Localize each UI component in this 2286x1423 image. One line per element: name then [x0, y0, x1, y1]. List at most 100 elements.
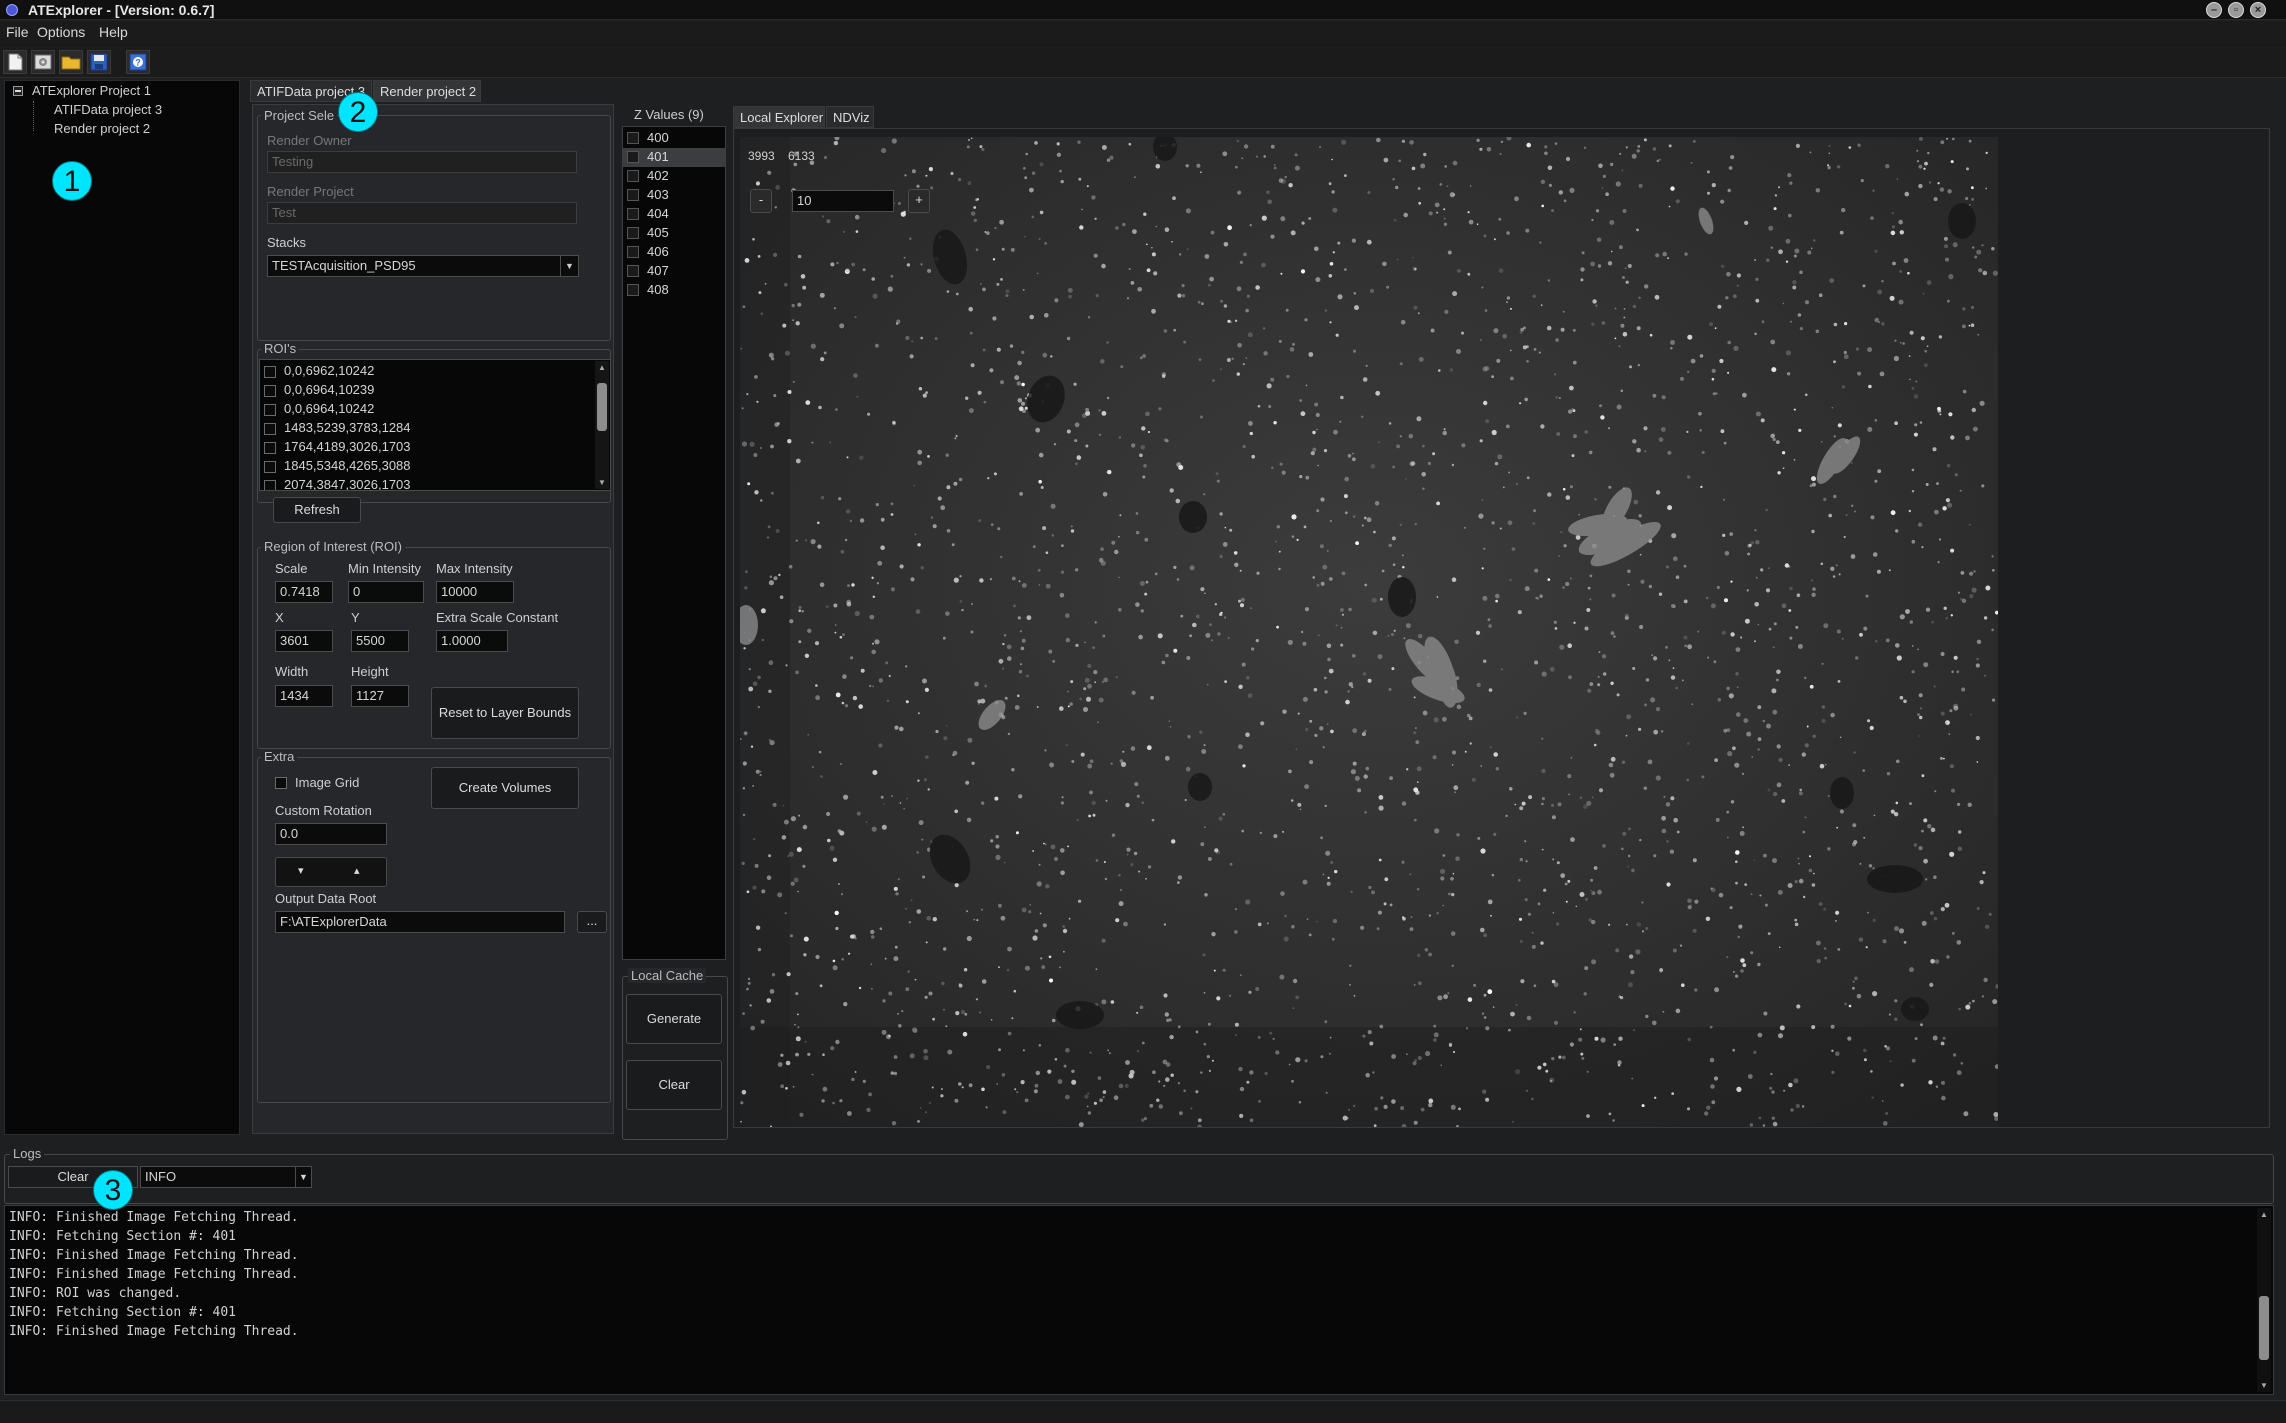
scroll-up-icon[interactable]: ▲	[598, 363, 606, 372]
tab-render-project[interactable]: Render project 2	[373, 80, 481, 102]
zoom-in-button[interactable]: +	[908, 189, 930, 213]
checkbox[interactable]	[627, 208, 639, 220]
z-item[interactable]: 405	[623, 224, 725, 243]
tab-local-explorer[interactable]: Local Explorer	[733, 106, 825, 128]
x-field[interactable]: 3601	[275, 630, 333, 652]
roi-list[interactable]: 0,0,6962,10242 0,0,6964,10239 0,0,6964,1…	[259, 359, 611, 491]
minimize-button[interactable]: –	[2206, 2, 2222, 18]
log-scrollbar[interactable]: ▲ ▼	[2257, 1208, 2271, 1392]
tree-node-atifdata[interactable]: ATIFData project 3	[54, 102, 162, 117]
generate-button[interactable]: Generate	[626, 994, 722, 1044]
open-folder-icon[interactable]	[59, 50, 83, 74]
scroll-thumb[interactable]	[597, 383, 607, 431]
log-level-select[interactable]: INFO ▼	[140, 1166, 312, 1188]
z-item[interactable]: 406	[623, 243, 725, 262]
roi-item[interactable]: 2074,3847,3026,1703	[264, 476, 594, 490]
roi-item[interactable]: 0,0,6964,10242	[264, 400, 594, 419]
scroll-down-icon[interactable]: ▼	[2260, 1381, 2268, 1390]
z-item-selected[interactable]: 401	[623, 148, 725, 167]
image-grid-checkbox[interactable]	[275, 777, 287, 789]
maximize-button[interactable]: ▫	[2228, 2, 2244, 18]
tree-node-root[interactable]: ATExplorer Project 1	[32, 83, 151, 98]
speckle-dot	[1671, 533, 1677, 539]
scroll-down-icon[interactable]: ▼	[598, 478, 606, 487]
browse-button[interactable]: ...	[577, 911, 607, 933]
settings-icon[interactable]	[31, 50, 55, 74]
zoom-field[interactable]: 10	[792, 190, 894, 212]
roi-item[interactable]: 1845,5348,4265,3088	[264, 457, 594, 476]
custom-rotation-field[interactable]: 0.0	[275, 823, 387, 845]
width-field[interactable]: 1434	[275, 685, 333, 707]
scale-field[interactable]: 0.7418	[275, 581, 333, 603]
scroll-up-icon[interactable]: ▲	[2260, 1210, 2268, 1219]
roi-item[interactable]: 1483,5239,3783,1284	[264, 419, 594, 438]
save-icon[interactable]	[87, 50, 111, 74]
create-volumes-button[interactable]: Create Volumes	[431, 767, 579, 809]
checkbox[interactable]	[264, 385, 276, 397]
speckle-dot	[785, 1087, 788, 1090]
menu-help[interactable]: Help	[99, 24, 128, 40]
height-field[interactable]: 1127	[351, 685, 409, 707]
checkbox[interactable]	[627, 132, 639, 144]
checkbox[interactable]	[627, 170, 639, 182]
checkbox[interactable]	[264, 461, 276, 473]
z-item[interactable]: 402	[623, 167, 725, 186]
checkbox[interactable]	[627, 227, 639, 239]
menu-file[interactable]: File	[6, 24, 29, 40]
y-field[interactable]: 5500	[351, 630, 409, 652]
speckle-dot	[1234, 1022, 1239, 1027]
extra-scale-constant-field[interactable]: 1.0000	[436, 630, 508, 652]
checkbox[interactable]	[264, 480, 276, 490]
menu-options[interactable]: Options	[37, 24, 85, 40]
scroll-thumb[interactable]	[2259, 1296, 2269, 1360]
roi-item[interactable]: 1764,4189,3026,1703	[264, 438, 594, 457]
stacks-select[interactable]: TESTAcquisition_PSD95 ▼	[267, 255, 579, 277]
close-button[interactable]: ×	[2250, 2, 2266, 18]
checkbox[interactable]	[264, 423, 276, 435]
rotate-up-icon[interactable]: ▴	[354, 864, 360, 877]
z-item[interactable]: 404	[623, 205, 725, 224]
microscopy-image[interactable]	[740, 137, 1998, 1127]
checkbox[interactable]	[264, 366, 276, 378]
image-viewer[interactable]: 3993 6133 - 10 +	[733, 128, 2270, 1128]
checkbox[interactable]	[627, 189, 639, 201]
speckle-dot	[805, 400, 811, 405]
max-intensity-field[interactable]: 10000	[436, 581, 514, 603]
checkbox[interactable]	[627, 265, 639, 277]
reset-to-layer-bounds-button[interactable]: Reset to Layer Bounds	[431, 687, 579, 739]
cache-clear-button[interactable]: Clear	[626, 1060, 722, 1110]
checkbox[interactable]	[627, 284, 639, 296]
checkbox[interactable]	[264, 442, 276, 454]
collapse-icon[interactable]	[13, 86, 23, 96]
checkbox[interactable]	[627, 246, 639, 258]
help-icon[interactable]: ?	[126, 50, 150, 74]
chevron-down-icon[interactable]: ▼	[560, 256, 578, 276]
speckle-dot	[1788, 609, 1792, 612]
speckle-dot	[1335, 624, 1338, 627]
roi-item[interactable]: 0,0,6964,10239	[264, 381, 594, 400]
checkbox[interactable]	[627, 151, 639, 163]
rotate-down-icon[interactable]: ▾	[298, 864, 304, 877]
speckle-dot	[1506, 231, 1510, 235]
speckle-dot	[1272, 1037, 1275, 1040]
z-item[interactable]: 403	[623, 186, 725, 205]
z-values-list[interactable]: 400 401 402 403 404 405 406 407 408	[622, 126, 726, 960]
new-file-icon[interactable]	[3, 50, 27, 74]
checkbox[interactable]	[264, 404, 276, 416]
speckle-dot	[1304, 607, 1310, 612]
tab-ndviz[interactable]: NDViz	[826, 106, 874, 128]
z-item[interactable]: 407	[623, 262, 725, 281]
log-output[interactable]: INFO: Finished Image Fetching Thread. IN…	[4, 1205, 2274, 1395]
output-data-root-field[interactable]: F:\ATExplorerData	[275, 911, 565, 933]
chevron-down-icon[interactable]: ▼	[295, 1167, 311, 1187]
zoom-out-button[interactable]: -	[750, 189, 772, 213]
z-item[interactable]: 408	[623, 281, 725, 300]
speckle-dot	[786, 972, 791, 977]
roi-item[interactable]: 0,0,6962,10242	[264, 362, 594, 381]
tree-node-render[interactable]: Render project 2	[54, 121, 150, 136]
refresh-button[interactable]: Refresh	[273, 497, 361, 523]
z-item[interactable]: 400	[623, 129, 725, 148]
min-intensity-field[interactable]: 0	[348, 581, 424, 603]
speckle-dot	[1799, 270, 1803, 275]
roi-scrollbar[interactable]: ▲ ▼	[595, 361, 609, 489]
